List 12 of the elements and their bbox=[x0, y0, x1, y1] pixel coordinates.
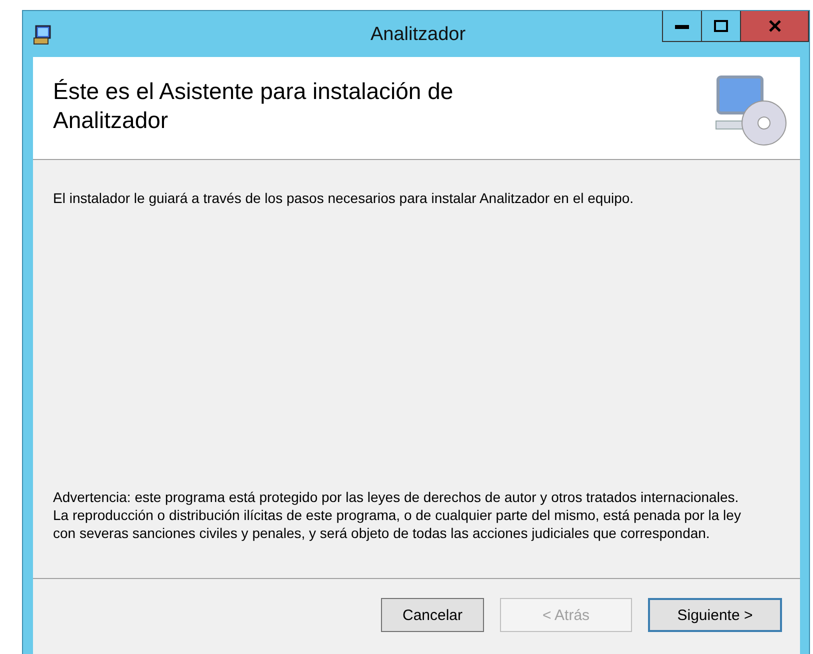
minimize-icon bbox=[675, 23, 689, 29]
copyright-warning: Advertencia: este programa está protegido por las leyes de derechos de autor y otros tratados internacionales. La reproducción o distribución ilícitas de este programa, o de cualquier parte del mismo, está penada por la ley con severas sanciones civiles y penales, y será objeto de todas las acciones judiciales que correspondan. bbox=[53, 488, 742, 542]
wizard-button[interactable]: Cancelar bbox=[381, 598, 484, 632]
intro-text: El instalador le guiará a través de los pasos necesarios para instalar Analitzador en el equipo. bbox=[53, 190, 635, 206]
close-button[interactable] bbox=[740, 11, 809, 42]
close-icon bbox=[768, 20, 782, 32]
maximize-icon bbox=[714, 20, 728, 32]
wizard-title: Éste es el Asistente para instalación de Analitzador bbox=[53, 77, 454, 135]
wizard-button[interactable]: Siguiente > bbox=[648, 598, 782, 632]
window-title: Analitzador bbox=[369, 24, 467, 46]
installer-app-icon bbox=[33, 24, 53, 46]
minimize-button[interactable] bbox=[662, 11, 702, 42]
